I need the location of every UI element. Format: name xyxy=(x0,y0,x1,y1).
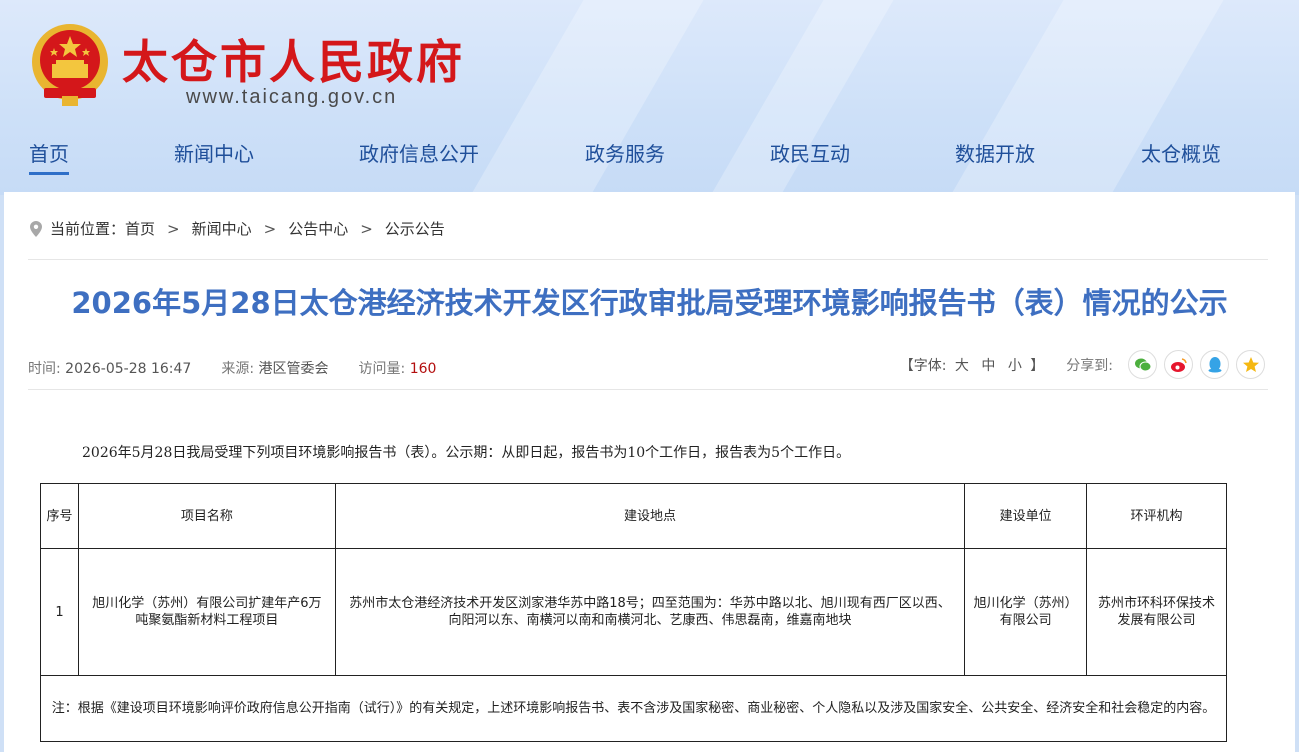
font-size-close: 】 xyxy=(1030,357,1045,374)
row-location: 苏州市太仓港经济技术开发区浏家港华苏中路18号；四至范围为：华苏中路以北、旭川现… xyxy=(334,548,966,676)
header-project-name: 项目名称 xyxy=(77,483,336,549)
wechat-icon[interactable] xyxy=(1128,350,1157,379)
font-size-medium[interactable]: 中 xyxy=(981,358,995,374)
nav-item-home[interactable]: 首页 xyxy=(29,138,69,175)
views-label: 访问量: xyxy=(358,361,406,377)
breadcrumb-home[interactable]: 首页 xyxy=(125,218,155,239)
article-tools: 【字体: 大 中 小 】 分享到: xyxy=(900,350,1265,379)
font-size-small[interactable]: 小 xyxy=(1008,358,1022,374)
national-emblem-icon[interactable] xyxy=(28,22,112,108)
table-note: 注：根据《建设项目环境影响评价政府信息公开指南（试行）》的有关规定，上述环境影响… xyxy=(40,675,1227,742)
time-label: 时间: xyxy=(28,361,61,377)
article-intro: 2026年5月28日我局受理下列项目环境影响报告书（表）。公示期：从即日起，报告… xyxy=(82,445,851,461)
table-note-row: 注：根据《建设项目环境影响评价政府信息公开指南（试行）》的有关规定，上述环境影响… xyxy=(40,675,1227,742)
row-agency: 苏州市环科环保技术发展有限公司 xyxy=(1086,548,1227,676)
divider xyxy=(28,389,1268,390)
qq-icon[interactable] xyxy=(1200,350,1229,379)
location-pin-icon xyxy=(30,220,42,237)
nav-item-info-disclosure[interactable]: 政府信息公开 xyxy=(359,138,479,167)
project-table: 序号 项目名称 建设地点 建设单位 环评机构 1 旭川化学（苏州）有限公司扩建年… xyxy=(40,483,1227,742)
breadcrumb-separator: > xyxy=(167,219,180,238)
table-header-row: 序号 项目名称 建设地点 建设单位 环评机构 xyxy=(40,483,1227,549)
site-title[interactable]: 太仓市人民政府 xyxy=(122,26,465,92)
publish-time: 2026-05-28 16:47 xyxy=(65,361,192,377)
view-count: 160 xyxy=(409,361,437,377)
nav-item-gov-services[interactable]: 政务服务 xyxy=(585,138,665,167)
breadcrumb-separator: > xyxy=(263,219,277,238)
breadcrumb: 当前位置： 首页 > 新闻中心 > 公告中心 > 公示公告 xyxy=(30,218,445,239)
font-size-large[interactable]: 大 xyxy=(955,358,969,374)
main-nav: 首页 新闻中心 政府信息公开 政务服务 政民互动 数据开放 太仓概览 xyxy=(0,138,1299,178)
breadcrumb-separator: > xyxy=(360,219,373,238)
divider xyxy=(28,259,1268,260)
source-label: 来源: xyxy=(221,361,255,377)
article-source: 港区管委会 xyxy=(258,361,329,377)
content-panel: 当前位置： 首页 > 新闻中心 > 公告中心 > 公示公告 2026年5月28日… xyxy=(4,192,1295,752)
font-size-open: 【字体: xyxy=(899,357,947,374)
breadcrumb-news[interactable]: 新闻中心 xyxy=(192,218,252,239)
article-title: 2026年5月28日太仓港经济技术开发区行政审批局受理环境影响报告书（表）情况的… xyxy=(71,286,1228,320)
qzone-icon[interactable] xyxy=(1236,350,1265,379)
weibo-icon[interactable] xyxy=(1164,350,1193,379)
header-location: 建设地点 xyxy=(334,483,966,549)
header-agency: 环评机构 xyxy=(1086,483,1227,549)
row-builder: 旭川化学（苏州）有限公司 xyxy=(964,548,1088,676)
row-project-name: 旭川化学（苏州）有限公司扩建年产6万 吨聚氨酯新材料工程项目 xyxy=(77,548,336,676)
nav-item-overview[interactable]: 太仓概览 xyxy=(1141,138,1221,167)
breadcrumb-notices[interactable]: 公示公告 xyxy=(385,218,445,239)
font-size-selector: 【字体: 大 中 小 】 xyxy=(900,355,1045,375)
table-row: 1 旭川化学（苏州）有限公司扩建年产6万 吨聚氨酯新材料工程项目 苏州市太仓港经… xyxy=(40,548,1227,676)
breadcrumb-label: 当前位置： xyxy=(50,220,126,238)
header-builder: 建设单位 xyxy=(964,483,1088,549)
share-label: 分享到: xyxy=(1066,357,1113,374)
site-url[interactable]: www.taicang.gov.cn xyxy=(186,86,397,109)
row-index: 1 xyxy=(40,548,79,676)
header-index: 序号 xyxy=(40,483,79,549)
nav-item-interaction[interactable]: 政民互动 xyxy=(770,138,850,167)
nav-item-news[interactable]: 新闻中心 xyxy=(174,138,254,167)
nav-item-open-data[interactable]: 数据开放 xyxy=(955,138,1035,167)
breadcrumb-announcements[interactable]: 公告中心 xyxy=(288,218,348,239)
article-meta: 时间: 2026-05-28 16:47 来源: 港区管委会 访问量: 160 xyxy=(28,358,466,378)
